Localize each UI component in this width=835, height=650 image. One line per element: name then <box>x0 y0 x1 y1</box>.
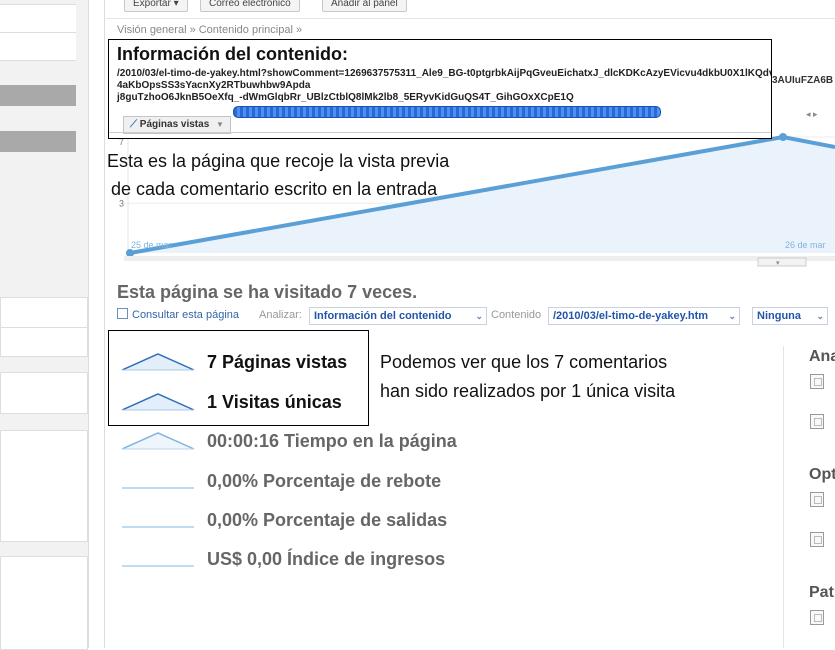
report-icon[interactable] <box>810 414 824 429</box>
chevron-down-icon: ⌄ <box>816 311 824 321</box>
sidebar-panel <box>0 430 88 542</box>
right-panel-heading: Opt <box>809 466 835 483</box>
chart-nav-arrows-icon[interactable]: ◂ ▸ <box>806 109 818 119</box>
content-url: /2010/03/el-timo-de-yakey.html?showComme… <box>117 68 771 104</box>
sidebar-item-selected[interactable] <box>0 85 76 106</box>
consult-page-link[interactable]: Consultar esta página <box>117 308 239 321</box>
consult-page-label: Consultar esta página <box>132 309 240 321</box>
chevron-down-icon: ▼ <box>216 120 224 129</box>
report-icon[interactable] <box>810 492 824 507</box>
content-select-value: /2010/03/el-timo-de-yakey.htm <box>553 310 709 322</box>
chart-annotation-line2: de cada comentario escrito en la entrada <box>111 179 438 199</box>
sparkline-icon <box>122 526 194 528</box>
filters-row: Consultar esta página Analizar: Informac… <box>117 307 835 327</box>
content-label: Contenido <box>491 309 542 321</box>
sidebar-item[interactable] <box>0 32 76 61</box>
content-select[interactable]: /2010/03/el-timo-de-yakey.htm ⌄ <box>548 307 740 325</box>
line-chart-icon: ⟋ <box>130 119 137 130</box>
chevron-down-icon: ▾ <box>776 260 780 267</box>
sparkline-icon <box>122 487 194 489</box>
info-title: Información del contenido: <box>117 44 349 64</box>
content-url-overflow: 3AUIuFZA6B <box>772 75 834 86</box>
metrics-annotation: Podemos ver que los 7 comentarios han si… <box>380 348 675 406</box>
left-sidebar <box>0 0 89 650</box>
content-url-line1: /2010/03/el-timo-de-yakey.html?showComme… <box>117 68 771 91</box>
segment-select-value: Ninguna <box>757 310 801 322</box>
right-panel-heading: Ana <box>809 348 835 365</box>
report-icon[interactable] <box>810 532 824 547</box>
chart-annotation: Esta es la página que recoje la vista pr… <box>107 147 449 203</box>
visits-summary: Esta página se ha visitado 7 veces. <box>117 282 418 302</box>
analyze-label: Analizar: <box>259 309 302 321</box>
sparkline-icon <box>121 432 195 450</box>
data-point[interactable] <box>779 133 787 141</box>
sidebar-item[interactable] <box>0 4 76 33</box>
chart-scroll-track[interactable] <box>124 256 835 261</box>
external-page-icon <box>117 308 128 319</box>
metric-exit-rate-text: 0,00% Porcentaje de salidas <box>207 510 448 530</box>
metric-revenue-index-text: US$ 0,00 Índice de ingresos <box>207 549 446 569</box>
metrics-annotation-line2: han sido realizados por 1 única visita <box>380 381 676 401</box>
tab-divider <box>109 132 771 133</box>
chart-annotation-line1: Esta es la página que recoje la vista pr… <box>107 151 450 171</box>
sidebar-item-selected[interactable] <box>0 131 76 152</box>
right-panel-heading: Pat <box>809 584 834 601</box>
content-url-line2: j8guTzhoO6JknB5OeXfq_-dWmGlqbRr_UBlzCtbl… <box>117 92 574 103</box>
chevron-down-icon: ⌄ <box>728 311 736 321</box>
data-point[interactable] <box>126 249 134 257</box>
metrics-annotation-line1: Podemos ver que los 7 comentarios <box>380 352 668 372</box>
right-panel-divider <box>783 346 784 648</box>
sidebar-item[interactable] <box>0 327 88 357</box>
analyze-select[interactable]: Información del contenido ⌄ <box>309 307 487 325</box>
segment-select[interactable]: Ninguna ⌄ <box>752 307 828 325</box>
main-divider <box>104 0 105 648</box>
x-tick-label: 25 de mar <box>131 240 172 250</box>
sidebar-item[interactable] <box>0 297 88 328</box>
sidebar-panel <box>0 372 88 414</box>
metric-revenue-index[interactable]: US$ 0,00 Índice de ingresos <box>120 547 480 573</box>
sidebar-panel <box>0 556 88 650</box>
x-tick-label: 26 de mar <box>785 240 826 250</box>
metric-time-on-page-text: 00:00:16 Tiempo en la página <box>207 431 457 451</box>
metric-bounce-rate-text: 0,00% Porcentaje de rebote <box>207 471 442 491</box>
chart-scroll-handle[interactable] <box>757 257 807 267</box>
metric-exit-rate[interactable]: 0,00% Porcentaje de salidas <box>120 508 480 534</box>
metric-time-on-page[interactable]: 00:00:16 Tiempo en la página <box>120 429 480 455</box>
highlight-box <box>108 330 369 426</box>
content-info-box: Información del contenido: /2010/03/el-t… <box>108 39 772 139</box>
loading-progress-bar <box>233 106 661 118</box>
analyze-select-value: Información del contenido <box>314 310 452 322</box>
report-icon[interactable] <box>810 610 824 625</box>
metric-bounce-rate[interactable]: 0,00% Porcentaje de rebote <box>120 469 480 495</box>
report-icon[interactable] <box>810 374 824 389</box>
sparkline-icon <box>122 565 194 567</box>
chevron-down-icon: ⌄ <box>475 311 483 321</box>
tab-pageviews-label: Páginas vistas <box>139 119 210 130</box>
